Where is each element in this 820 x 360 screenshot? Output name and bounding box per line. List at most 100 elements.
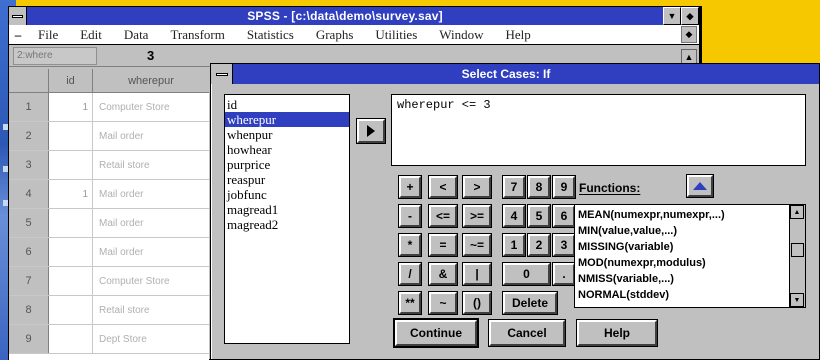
cell-wherepur[interactable]: Retail store (93, 296, 209, 324)
condition-expression-input[interactable]: wherepur <= 3 (391, 94, 806, 166)
menu-edit[interactable]: Edit (69, 27, 113, 43)
cell-wherepur[interactable]: Retail store (93, 151, 209, 179)
menu-window[interactable]: Window (428, 27, 494, 43)
row-number[interactable]: 8 (9, 296, 49, 324)
grid-corner[interactable] (9, 69, 49, 92)
menu-data[interactable]: Data (113, 27, 160, 43)
keypad-button[interactable]: 3 (552, 233, 576, 257)
variable-item[interactable]: reaspur (225, 172, 349, 187)
dialog-system-menu-button[interactable] (211, 64, 233, 84)
document-restore-button[interactable]: ◆ (681, 26, 697, 43)
cell-id[interactable]: 1 (49, 180, 93, 208)
cell-wherepur[interactable]: Mail order (93, 180, 209, 208)
keypad-button[interactable]: 5 (527, 204, 551, 228)
variable-list[interactable]: id wherepur whenpur howhear purprice reaspur j… (224, 94, 350, 344)
keypad-button[interactable]: 0 (502, 262, 551, 286)
cell-id[interactable] (49, 209, 93, 237)
menu-utilities[interactable]: Utilities (364, 27, 428, 43)
row-number[interactable]: 5 (9, 209, 49, 237)
function-item[interactable]: MIN(value,value,...) (578, 223, 786, 239)
keypad-button[interactable]: * (398, 233, 422, 257)
cell-id[interactable] (49, 325, 93, 353)
cell-id[interactable] (49, 151, 93, 179)
scroll-down-arrow-icon[interactable]: ▼ (790, 293, 804, 307)
keypad-button[interactable]: 7 (502, 175, 526, 199)
cell-id[interactable] (49, 122, 93, 150)
keypad-button[interactable]: / (398, 262, 422, 286)
row-number[interactable]: 3 (9, 151, 49, 179)
function-item[interactable]: MISSING(variable) (578, 239, 786, 255)
cancel-button[interactable]: Cancel (488, 319, 566, 347)
cell-wherepur[interactable]: Mail order (93, 209, 209, 237)
functions-list[interactable]: MEAN(numexpr,numexpr,...) MIN(value,value… (574, 204, 806, 308)
variable-item[interactable]: magread1 (225, 202, 349, 217)
cell-wherepur[interactable]: Computer Store (93, 93, 209, 121)
keypad-button[interactable]: 6 (552, 204, 576, 228)
keypad-button[interactable]: . (552, 262, 576, 286)
variable-item[interactable]: whenpur (225, 127, 349, 142)
keypad-button[interactable]: ** (398, 291, 422, 315)
keypad-button[interactable]: | (462, 262, 492, 286)
restore-button[interactable]: ◆ (681, 7, 699, 25)
functions-scrollbar[interactable]: ▲ ▼ (789, 205, 805, 307)
scrollbar-thumb[interactable] (791, 243, 804, 257)
keypad-button[interactable]: Delete (502, 291, 558, 315)
variable-item[interactable]: id (225, 97, 349, 112)
document-system-menu[interactable]: – (9, 27, 27, 43)
continue-button[interactable]: Continue (393, 318, 479, 348)
help-button[interactable]: Help (576, 319, 658, 347)
cell-id[interactable] (49, 238, 93, 266)
keypad-button[interactable]: 2 (527, 233, 551, 257)
variable-item[interactable]: purprice (225, 157, 349, 172)
function-item[interactable]: NMISS(variable,...) (578, 271, 786, 287)
row-number[interactable]: 1 (9, 93, 49, 121)
keypad-button[interactable]: 1 (502, 233, 526, 257)
cell-wherepur[interactable]: Computer Store (93, 267, 209, 295)
cell-value-editor[interactable]: 3 (147, 48, 154, 63)
variable-item[interactable]: wherepur (225, 112, 349, 127)
keypad-button[interactable]: - (398, 204, 422, 228)
dialog-titlebar[interactable]: Select Cases: If (211, 64, 819, 84)
keypad-button[interactable]: & (428, 262, 458, 286)
keypad-button[interactable]: ~ (428, 291, 458, 315)
keypad-button[interactable]: 8 (527, 175, 551, 199)
variable-item[interactable]: magread2 (225, 217, 349, 232)
cell-id[interactable]: 1 (49, 93, 93, 121)
column-header-id[interactable]: id (49, 69, 93, 92)
cell-wherepur[interactable]: Mail order (93, 122, 209, 150)
main-titlebar[interactable]: SPSS - [c:\data\demo\survey.sav] ▼ ◆ (9, 7, 699, 25)
keypad-button[interactable]: + (398, 175, 422, 199)
keypad-button[interactable]: 9 (552, 175, 576, 199)
keypad-button[interactable]: = (428, 233, 458, 257)
keypad-button[interactable]: > (462, 175, 492, 199)
keypad-button[interactable]: () (462, 291, 492, 315)
row-number[interactable]: 9 (9, 325, 49, 353)
row-number[interactable]: 2 (9, 122, 49, 150)
minimize-button[interactable]: ▼ (663, 7, 681, 25)
keypad-button[interactable]: <= (428, 204, 458, 228)
keypad-button[interactable]: 4 (502, 204, 526, 228)
cell-id[interactable] (49, 267, 93, 295)
scroll-up-arrow-icon[interactable]: ▲ (790, 205, 804, 219)
menu-statistics[interactable]: Statistics (236, 27, 305, 43)
paste-function-button[interactable] (686, 174, 714, 198)
move-variable-button[interactable] (356, 118, 386, 144)
keypad-button[interactable]: >= (462, 204, 492, 228)
cell-wherepur[interactable]: Dept Store (93, 325, 209, 353)
variable-item[interactable]: jobfunc (225, 187, 349, 202)
system-menu-button[interactable] (9, 7, 27, 25)
menu-transform[interactable]: Transform (159, 27, 235, 43)
menu-file[interactable]: File (27, 27, 69, 43)
row-number[interactable]: 4 (9, 180, 49, 208)
cell-wherepur[interactable]: Mail order (93, 238, 209, 266)
row-number[interactable]: 6 (9, 238, 49, 266)
cell-id[interactable] (49, 296, 93, 324)
keypad-button[interactable]: ~= (462, 233, 492, 257)
function-item[interactable]: MOD(numexpr,modulus) (578, 255, 786, 271)
column-header-wherepur[interactable]: wherepur (93, 69, 209, 92)
function-item[interactable]: NORMAL(stddev) (578, 287, 786, 303)
row-number[interactable]: 7 (9, 267, 49, 295)
menu-graphs[interactable]: Graphs (305, 27, 365, 43)
variable-item[interactable]: howhear (225, 142, 349, 157)
menu-help[interactable]: Help (495, 27, 542, 43)
